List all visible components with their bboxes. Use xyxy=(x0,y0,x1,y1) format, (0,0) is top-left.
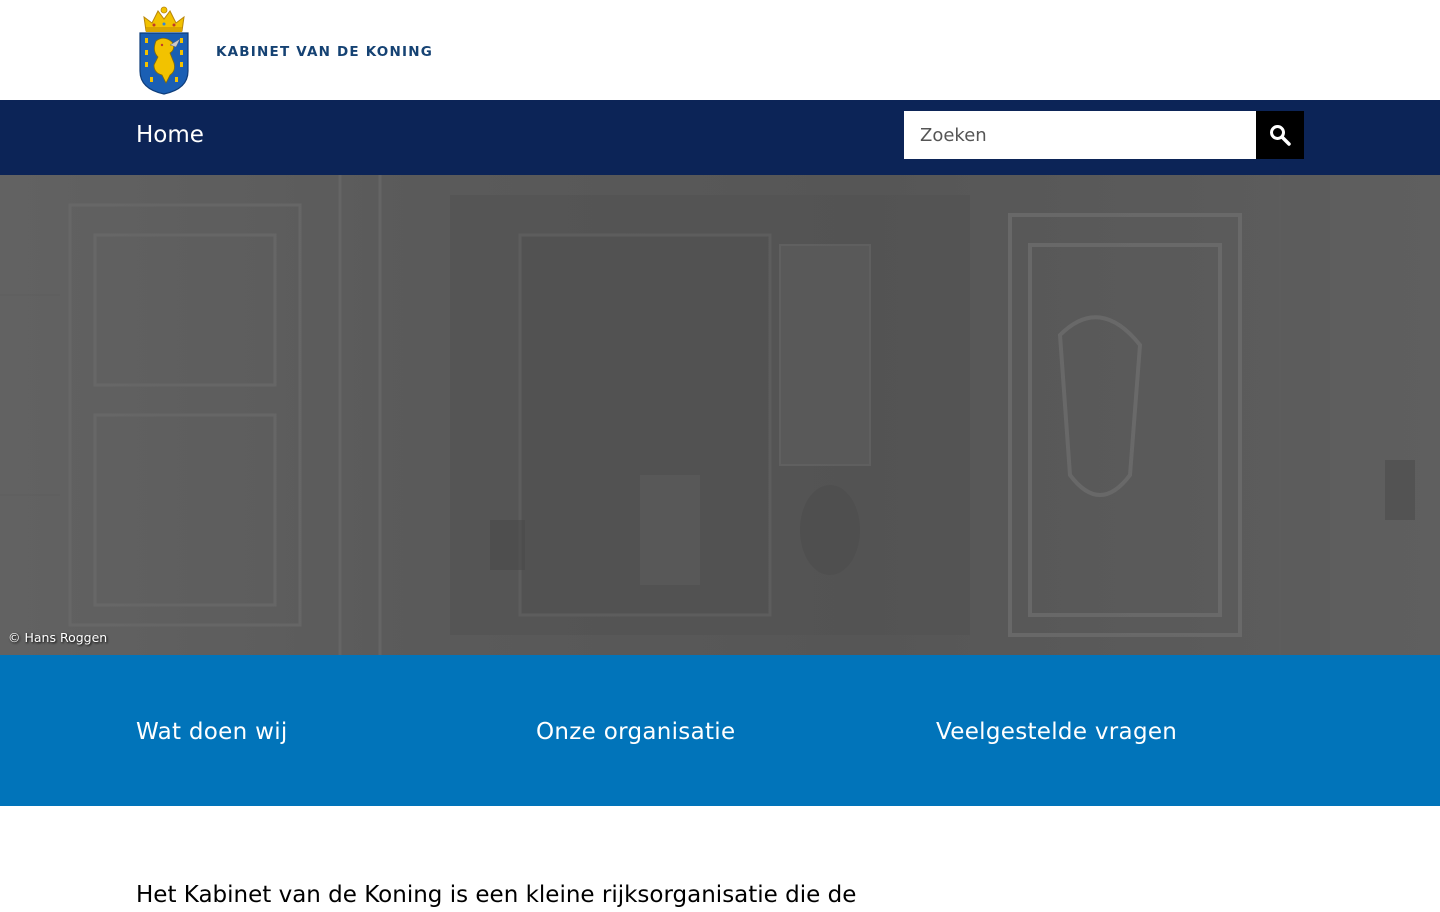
quick-links-band: Wat doen wij Onze organisatie Veelgestel… xyxy=(0,655,1440,806)
nav-item-home[interactable]: Home xyxy=(136,118,204,152)
hero-image: © Hans Roggen xyxy=(0,175,1440,655)
royal-coat-of-arms-icon xyxy=(139,6,189,95)
site-header: KABINET VAN DE KONING xyxy=(0,0,1440,100)
quick-link-veelgestelde-vragen[interactable]: Veelgestelde vragen xyxy=(936,715,1177,749)
main-navigation: Home xyxy=(0,100,1440,175)
photo-credit: © Hans Roggen xyxy=(8,630,108,645)
search-input[interactable] xyxy=(904,111,1256,159)
hero-photo-interior xyxy=(0,175,1440,655)
logo-text: KABINET VAN DE KONING xyxy=(216,44,433,60)
search-button[interactable] xyxy=(1256,111,1304,159)
quick-link-onze-organisatie[interactable]: Onze organisatie xyxy=(536,715,735,749)
intro-paragraph: Het Kabinet van de Koning is een kleine … xyxy=(136,882,857,908)
search-form xyxy=(904,111,1304,159)
quick-link-wat-doen-wij[interactable]: Wat doen wij xyxy=(136,715,288,749)
search-icon xyxy=(1270,125,1291,146)
logo-link[interactable]: KABINET VAN DE KONING xyxy=(136,0,433,100)
